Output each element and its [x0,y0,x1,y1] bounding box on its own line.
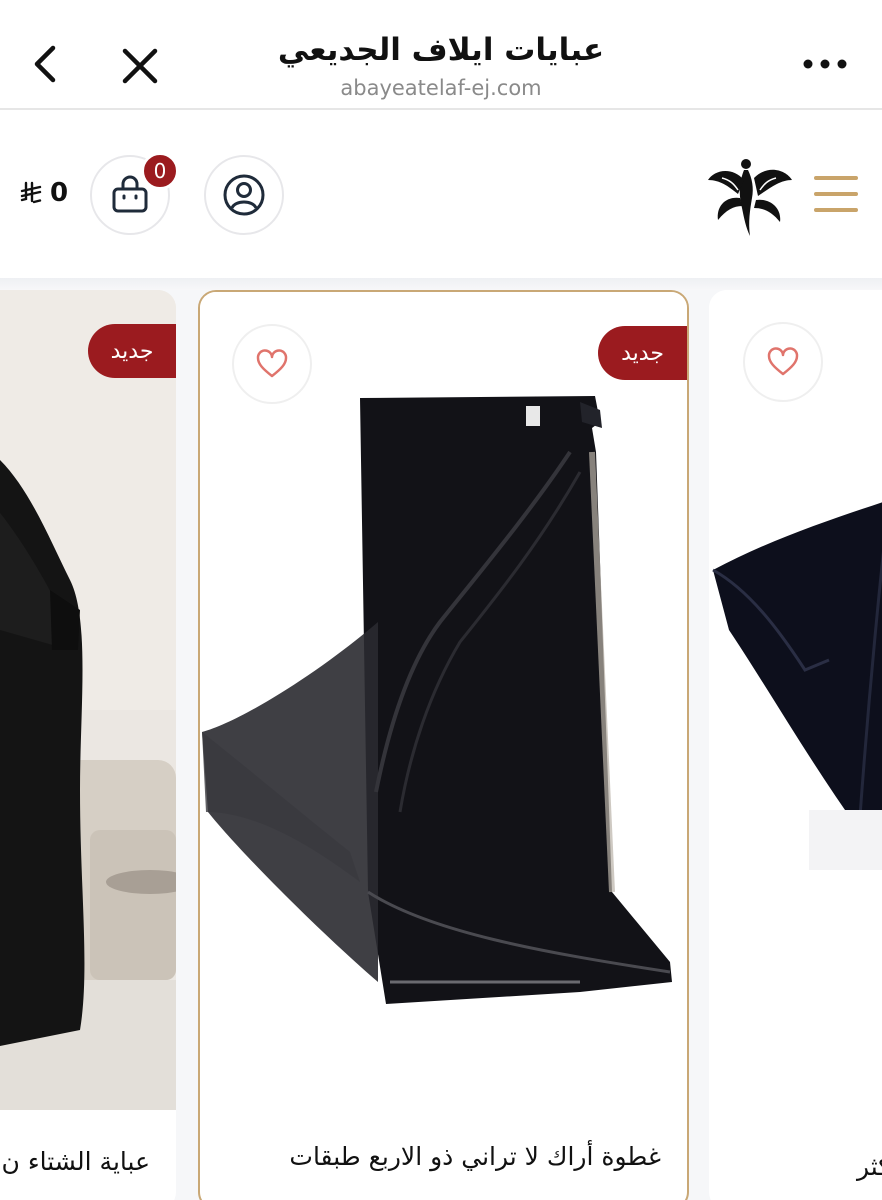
browser-bar: عبايات ايلاف الجديعي abayeatelaf-ej.com [0,0,882,110]
heart-icon [256,349,288,378]
chevron-left-icon [34,45,56,83]
page-url: abayeatelaf-ej.com [340,76,542,100]
product-image [709,290,882,1110]
product-name: كثر [857,1152,882,1181]
header-divider [0,278,882,290]
back-button[interactable] [22,40,70,88]
account-button[interactable] [204,155,284,235]
product-image [0,290,176,1110]
new-badge: جديد [88,324,176,378]
store-logo[interactable] [704,150,796,240]
product-card[interactable]: كثر [709,290,882,1200]
product-card[interactable]: جديد غطوة أراك لا تراني ذو الاربع طبقات [198,290,689,1200]
more-dots-icon [803,59,847,69]
product-carousel: جديد عباية الشتاء ن جديد غطوة أراك لا تر… [0,290,882,1200]
cart-total-value: 0 [50,178,69,208]
riyal-symbol-icon [20,181,42,204]
product-name: غطوة أراك لا تراني ذو الاربع طبقات [289,1142,661,1171]
more-button[interactable] [796,44,854,84]
close-icon [122,48,158,84]
heart-icon [767,347,799,376]
wishlist-button[interactable] [232,324,312,404]
close-button[interactable] [114,40,166,92]
cart-total: 0 [20,178,68,208]
user-icon [223,174,265,216]
page-title: عبايات ايلاف الجديعي [277,32,605,68]
butterfly-woman-logo-icon [708,159,792,236]
product-card[interactable]: جديد عباية الشتاء ن [0,290,176,1200]
menu-button[interactable] [812,172,860,216]
cart-count-badge: 0 [141,152,179,190]
new-badge: جديد [598,326,687,380]
product-name: عباية الشتاء ن [1,1147,150,1176]
product-image [200,292,687,1092]
hamburger-menu-icon [814,176,858,212]
wishlist-button[interactable] [743,322,823,402]
